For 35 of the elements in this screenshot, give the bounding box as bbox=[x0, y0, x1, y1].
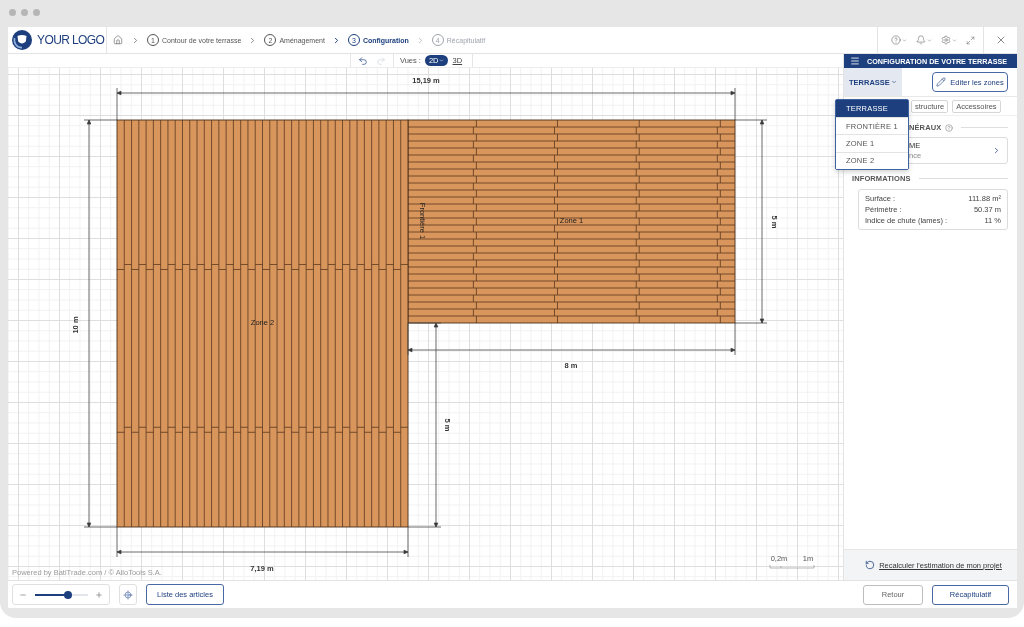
pencil-icon bbox=[936, 77, 947, 87]
logo-text: YOUR LOGO bbox=[37, 33, 105, 47]
caret-icon bbox=[439, 58, 445, 63]
window-dot-icon bbox=[33, 9, 40, 16]
caret-icon bbox=[902, 37, 907, 43]
crosshair-icon bbox=[123, 589, 133, 600]
caret-icon bbox=[927, 37, 932, 43]
help-button[interactable] bbox=[891, 35, 907, 45]
diagonal-arrows-icon bbox=[966, 35, 975, 45]
bell-icon bbox=[916, 35, 926, 45]
redo-icon bbox=[375, 55, 386, 66]
settings-icon bbox=[941, 35, 951, 45]
chevron-icon bbox=[131, 35, 140, 45]
window-dot-icon bbox=[9, 9, 16, 16]
help-icon bbox=[891, 35, 901, 45]
help-icon[interactable] bbox=[945, 123, 954, 132]
plus-icon bbox=[95, 590, 103, 599]
home-icon bbox=[113, 35, 123, 45]
logo-icon bbox=[12, 30, 32, 50]
slider-thumb[interactable] bbox=[64, 590, 73, 599]
refresh-icon bbox=[865, 560, 876, 570]
undo-button[interactable] bbox=[357, 55, 368, 66]
center-view-button[interactable] bbox=[119, 584, 137, 605]
zoom-in-button[interactable] bbox=[95, 590, 103, 599]
caret-icon bbox=[952, 37, 957, 43]
settings-button[interactable] bbox=[941, 35, 957, 45]
notifications-button[interactable] bbox=[916, 35, 932, 45]
chevron-icon bbox=[992, 146, 1001, 155]
window-dot-icon bbox=[21, 9, 28, 16]
menu-icon[interactable] bbox=[850, 56, 860, 66]
scale-bar bbox=[769, 564, 815, 569]
caret-icon bbox=[890, 79, 897, 85]
home-button[interactable] bbox=[113, 35, 123, 45]
undo-icon bbox=[357, 55, 368, 66]
fullscreen-button[interactable] bbox=[966, 35, 975, 45]
